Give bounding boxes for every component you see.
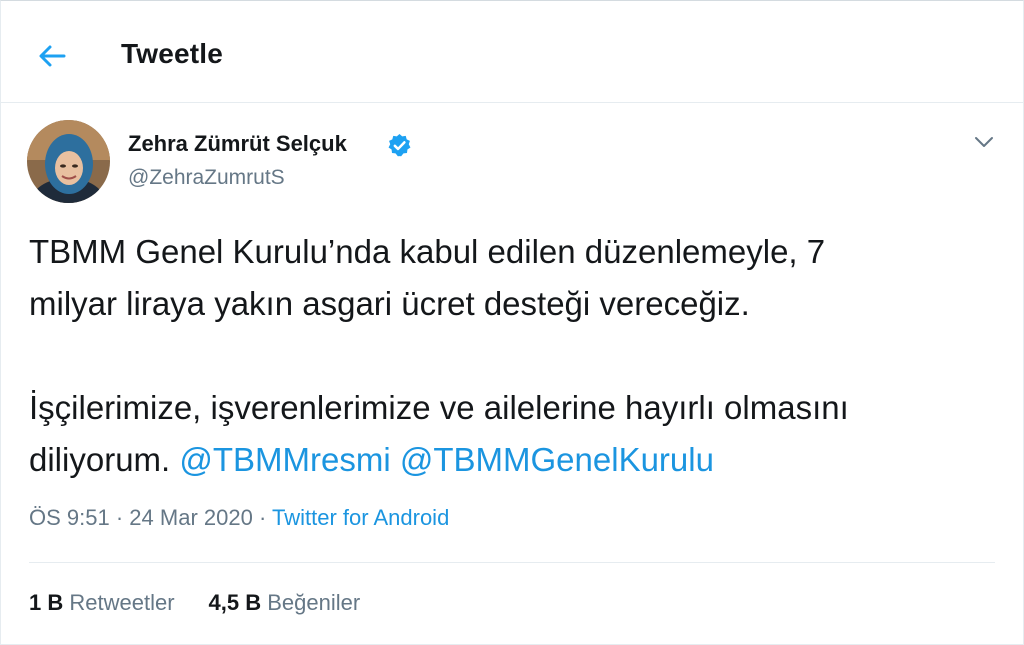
tweet-text-line: diliyorum. @TBMMresmi @TBMMGenelKurulu xyxy=(29,434,989,486)
likes-label: Beğeniler xyxy=(267,590,361,615)
mention-link-tbmmresmi[interactable]: @TBMMresmi xyxy=(179,441,390,478)
tweet-text-line: İşçilerimize, işverenlerimize ve aileler… xyxy=(29,389,849,426)
meta-separator: · xyxy=(115,505,124,530)
retweets-stat[interactable]: 1 B Retweetler xyxy=(29,590,175,616)
tweet-menu-button[interactable] xyxy=(968,126,1000,158)
tweet-text: TBMM Genel Kurulu’nda kabul edilen düzen… xyxy=(29,226,989,486)
page-title: Tweetle xyxy=(121,38,224,69)
tweet-stats: 1 B Retweetler 4,5 B Beğeniler xyxy=(29,590,360,616)
retweets-count: 1 B xyxy=(29,590,64,615)
likes-count: 4,5 B xyxy=(208,590,262,615)
likes-stat[interactable]: 4,5 B Beğeniler xyxy=(209,590,361,616)
header: Tweetle xyxy=(0,0,1024,103)
retweets-label: Retweetler xyxy=(69,590,175,615)
back-button[interactable] xyxy=(28,32,76,80)
verified-badge-icon xyxy=(388,134,411,157)
avatar[interactable] xyxy=(27,120,110,203)
tweet-time[interactable]: ÖS 9:51 xyxy=(29,505,110,530)
tweet-text-segment: diliyorum. xyxy=(29,441,171,478)
tweet-date[interactable]: 24 Mar 2020 xyxy=(129,505,253,530)
tweet-meta: ÖS 9:51 · 24 Mar 2020 · Twitter for Andr… xyxy=(29,505,449,531)
chevron-down-icon xyxy=(975,137,993,147)
tweet-source-link[interactable]: Twitter for Android xyxy=(272,505,449,530)
mention-link-tbmmgenelkurulu[interactable]: @TBMMGenelKurulu xyxy=(400,441,714,478)
tweet-text-line: TBMM Genel Kurulu’nda kabul edilen düzen… xyxy=(29,233,826,270)
author-handle[interactable]: @ZehraZumrutS xyxy=(128,166,285,190)
profile-photo xyxy=(27,120,110,203)
divider xyxy=(29,562,995,563)
tweet-text-line: milyar liraya yakın asgari ücret desteği… xyxy=(29,285,750,322)
author-display-name[interactable]: Zehra Zümrüt Selçuk xyxy=(128,131,347,157)
arrow-left-icon xyxy=(39,45,66,67)
meta-separator: · xyxy=(258,505,267,530)
